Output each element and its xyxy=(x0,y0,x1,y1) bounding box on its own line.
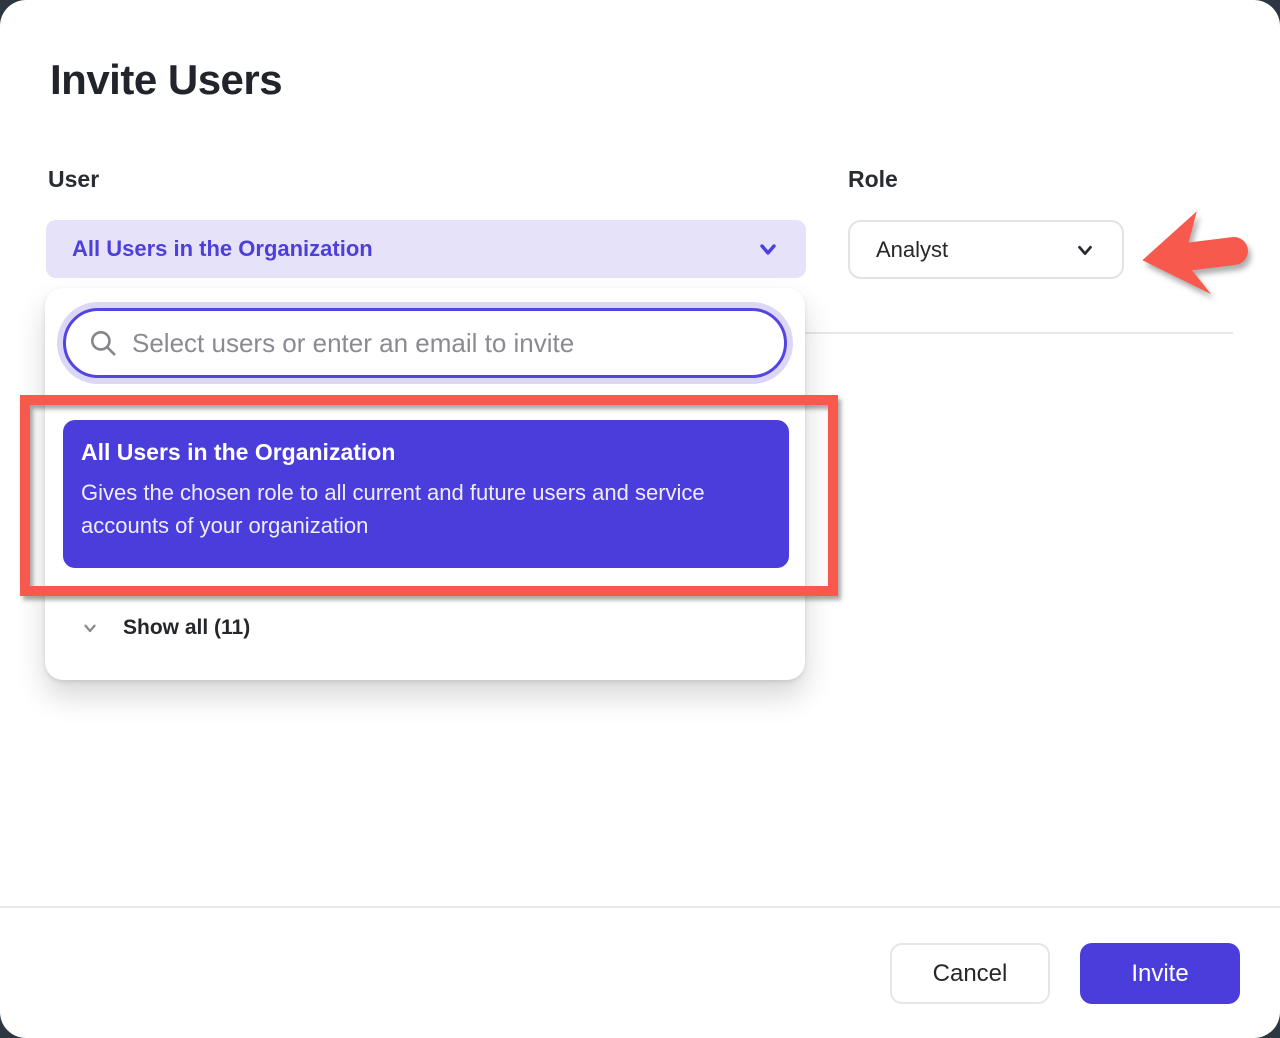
search-icon xyxy=(88,328,118,358)
user-field-label: User xyxy=(48,166,99,193)
dropdown-option-all-users[interactable]: All Users in the Organization Gives the … xyxy=(63,420,789,568)
user-select-trigger[interactable]: All Users in the Organization xyxy=(46,220,806,278)
chevron-down-icon xyxy=(1074,239,1096,261)
invite-button[interactable]: Invite xyxy=(1080,943,1240,1004)
chevron-down-icon xyxy=(756,237,780,261)
option-title: All Users in the Organization xyxy=(81,439,771,466)
page-title: Invite Users xyxy=(50,56,282,104)
user-dropdown-panel: All Users in the Organization Gives the … xyxy=(45,288,805,680)
show-all-label: Show all (11) xyxy=(123,616,250,640)
role-field-label: Role xyxy=(848,166,898,193)
search-input[interactable] xyxy=(132,328,772,359)
user-search-box[interactable] xyxy=(63,308,787,378)
footer-divider xyxy=(0,906,1280,908)
invite-users-dialog: Invite Users User Role All Users in the … xyxy=(0,0,1280,1038)
option-description: Gives the chosen role to all current and… xyxy=(81,476,761,542)
cancel-button[interactable]: Cancel xyxy=(890,943,1050,1004)
role-select-value: Analyst xyxy=(876,237,948,263)
show-all-toggle[interactable]: Show all (11) xyxy=(81,616,250,640)
user-select-value: All Users in the Organization xyxy=(72,236,373,262)
chevron-down-icon xyxy=(81,619,99,637)
red-arrow-left-icon xyxy=(1138,204,1256,309)
role-select[interactable]: Analyst xyxy=(848,220,1124,279)
